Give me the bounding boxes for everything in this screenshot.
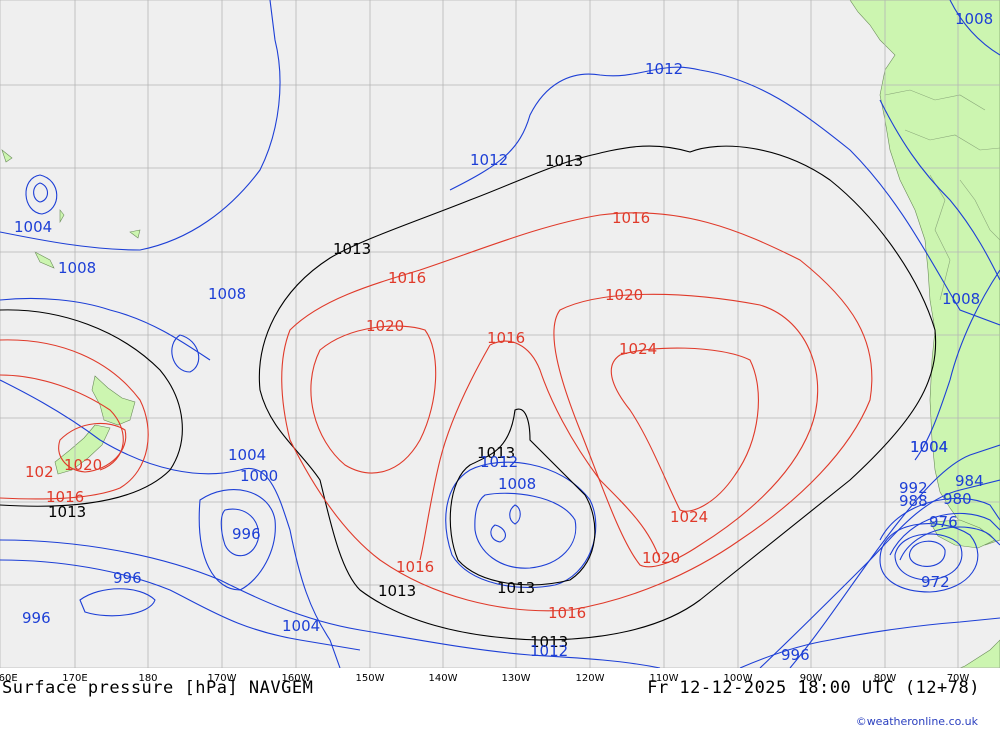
pressure-map: 1008 1012 1012 1013 1013 1004 1008 1008 1016 1016… — [0, 0, 1000, 668]
isobar-label: 1004 — [14, 218, 52, 236]
isobar-label: 1004 — [282, 617, 320, 635]
isobar-label: 1013 — [545, 152, 583, 170]
isobar-label: 1008 — [208, 285, 246, 303]
isobar-label: 1024 — [619, 340, 657, 358]
isobar-label: 988 — [899, 492, 928, 510]
isobar-label: 996 — [22, 609, 51, 627]
longitude-label: 140W — [428, 673, 458, 684]
isobar-label: 1008 — [498, 475, 536, 493]
pressure-map-canvas: 1008 1012 1012 1013 1013 1004 1008 1008 1016 1016… — [0, 0, 1000, 668]
isobar-label: 1013 — [378, 582, 416, 600]
isobar-label: 972 — [921, 573, 950, 591]
isobar-label: 984 — [955, 472, 984, 490]
longitude-label: 130W — [501, 673, 531, 684]
isobar-label: 1008 — [955, 10, 993, 28]
isobar-label: 1008 — [942, 290, 980, 308]
isobar-label: 996 — [781, 646, 810, 664]
isobar-label: 1020 — [64, 456, 102, 474]
isobar-label: 1016 — [612, 209, 650, 227]
longitude-label: 120W — [575, 673, 605, 684]
isobar-label: 1013 — [497, 579, 535, 597]
credit-link[interactable]: ©weatheronline.co.uk — [856, 715, 978, 728]
isobar-label: 1012 — [480, 453, 518, 471]
longitude-label: 150W — [355, 673, 385, 684]
isobar-label: 102 — [25, 463, 54, 481]
isobar-label: 1016 — [487, 329, 525, 347]
isobar-label: 1013 — [48, 503, 86, 521]
isobar-label: 1000 — [240, 467, 278, 485]
isobar-label: 1013 — [333, 240, 371, 258]
isobar-label: 1008 — [58, 259, 96, 277]
chart-title: Surface pressure [hPa] NAVGEM — [2, 678, 314, 698]
isobar-label: 976 — [929, 513, 958, 531]
footer: 160E170E180170W160W150W140W130W120W110W1… — [0, 668, 1000, 733]
valid-time: Fr 12-12-2025 18:00 UTC (12+78) — [647, 678, 980, 698]
isobar-label: 1016 — [548, 604, 586, 622]
isobar-label: 996 — [232, 525, 261, 543]
isobar-label: 996 — [113, 569, 142, 587]
isobar-label: 1012 — [470, 151, 508, 169]
isobar-label: 980 — [943, 490, 972, 508]
isobar-label: 1016 — [396, 558, 434, 576]
isobar-label: 1024 — [670, 508, 708, 526]
isobar-label: 1012 — [645, 60, 683, 78]
isobar-label: 1004 — [228, 446, 266, 464]
isobar-label: 1020 — [605, 286, 643, 304]
isobar-label: 1020 — [366, 317, 404, 335]
isobar-label: 1020 — [642, 549, 680, 567]
isobar-label: 1012 — [530, 642, 568, 660]
isobar-label: 1004 — [910, 438, 948, 456]
isobar-label: 1016 — [388, 269, 426, 287]
